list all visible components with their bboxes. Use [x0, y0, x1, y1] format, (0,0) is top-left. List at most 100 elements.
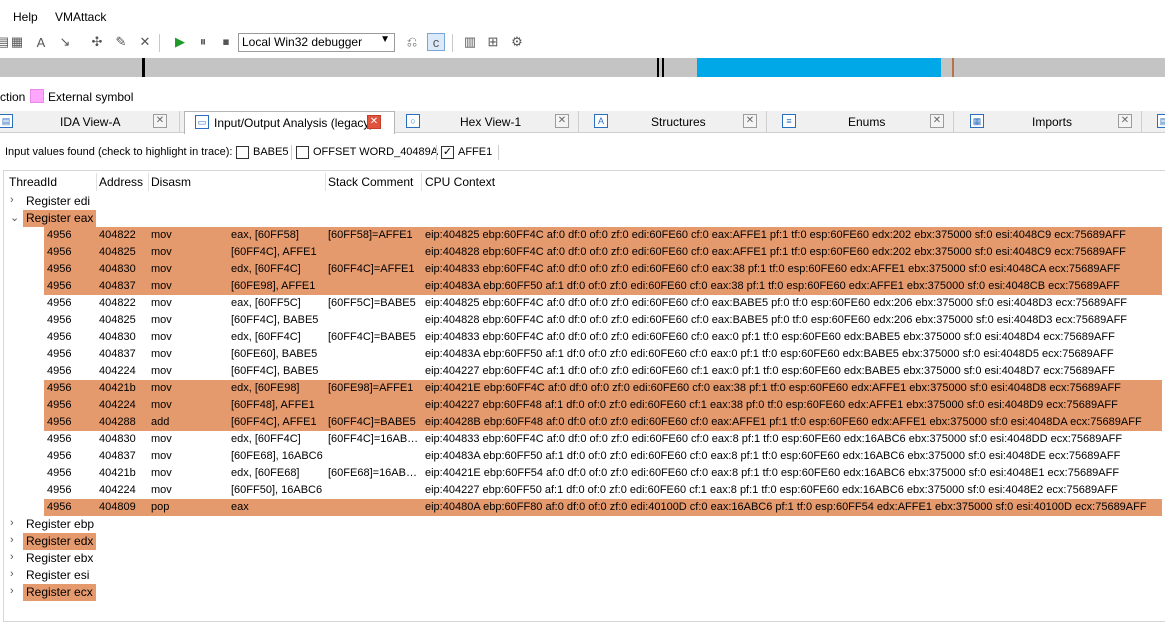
stop-icon[interactable]: ⏹	[217, 33, 235, 51]
external-symbol-swatch	[30, 89, 44, 103]
column-header-disasm[interactable]: Disasm	[151, 175, 191, 189]
input-values-filter: Input values found (check to highlight i…	[0, 143, 1165, 163]
edit-icon[interactable]: ✎	[112, 33, 130, 51]
table-row[interactable]: 4956 404830 mov edx, [60FF4C] [60FF4C]=BABE5…	[4, 329, 1162, 346]
menu-help[interactable]: Help	[13, 10, 38, 24]
cell-cpu-context: eip:40428B ebp:60FF48 af:0 df:0 of:0 zf:…	[425, 416, 1142, 428]
cell-operands: [60FF4C], BABE5	[231, 314, 319, 326]
cell-mnemonic: add	[151, 416, 170, 428]
close-x-icon[interactable]: ✕	[136, 33, 154, 51]
chevron-right-icon[interactable]: ›	[10, 194, 14, 206]
close-icon[interactable]: ✕	[153, 114, 167, 128]
cell-operands: [60FF50], 16ABC6	[231, 484, 323, 496]
column-separator[interactable]	[148, 173, 149, 191]
close-icon[interactable]: ✕	[1118, 114, 1132, 128]
tab-label: IDA View-A	[60, 115, 121, 129]
cross-ref-icon[interactable]: ✣	[88, 33, 106, 51]
chevron-right-icon[interactable]: ›	[10, 551, 14, 563]
checkbox-offset-word[interactable]	[296, 146, 309, 159]
column-separator[interactable]	[421, 173, 422, 191]
cell-threadid: 4956	[47, 399, 72, 411]
tab-hex-view[interactable]: ○ Hex View-1 ✕	[397, 111, 579, 133]
cell-address: 40421b	[99, 467, 136, 479]
tab-io-analysis[interactable]: ▭ Input/Output Analysis (legacy) ✕	[184, 111, 395, 134]
cell-stack-comment: [60FF4C]=16AB…	[328, 433, 419, 445]
table-row[interactable]: 4956 404837 mov [60FE68], 16ABC6 eip:40483A …	[4, 448, 1162, 465]
column-header-address[interactable]: Address	[99, 175, 143, 189]
tab-enums[interactable]: ≡ Enums ✕	[772, 111, 954, 133]
column-separator[interactable]	[96, 173, 97, 191]
cell-cpu-context: eip:40483A ebp:60FF50 af:1 df:0 of:0 zf:…	[425, 450, 1121, 462]
cell-mnemonic: mov	[151, 365, 172, 377]
table-row[interactable]: 4956 404837 mov [60FE60], BABE5 eip:40483A e…	[4, 346, 1162, 363]
cell-operands: eax	[231, 501, 249, 513]
chevron-down-icon[interactable]: ⌄	[10, 211, 19, 224]
column-header-cpu-context[interactable]: CPU Context	[425, 175, 495, 189]
window-icon: ▤	[1157, 114, 1165, 128]
checkbox-label-babe5: BABE5	[253, 146, 289, 158]
tab-ida-view[interactable]: ▤ IDA View-A ✕	[0, 111, 180, 133]
trace-settings-icon[interactable]: ⚙	[508, 33, 526, 51]
table-row[interactable]: 4956 404837 mov [60FE98], AFFE1 eip:40483A e…	[44, 278, 1162, 295]
table-row[interactable]: 4956 404830 mov edx, [60FF4C] [60FF4C]=AFFE1…	[44, 261, 1162, 278]
filter-separator	[291, 145, 292, 160]
cell-operands: [60FE60], BABE5	[231, 348, 318, 360]
chevron-right-icon[interactable]: ›	[10, 585, 14, 597]
chevron-right-icon[interactable]: ›	[10, 517, 14, 529]
table-row[interactable]: 4956 404224 mov [60FF48], AFFE1 eip:404227 e…	[44, 397, 1162, 414]
trace-icon[interactable]: ⎌	[403, 33, 421, 51]
breakpoint-list-icon[interactable]: ▥	[461, 33, 479, 51]
step-into-icon[interactable]: c	[427, 33, 445, 51]
table-row[interactable]: 4956 404830 mov edx, [60FF4C] [60FF4C]=16AB……	[4, 431, 1162, 448]
column-header-threadid[interactable]: ThreadId	[9, 175, 57, 189]
arrow-icon[interactable]: ↘	[56, 33, 74, 51]
menu-vmattack[interactable]: VMAttack	[55, 10, 106, 24]
debugger-select[interactable]: Local Win32 debugger ▼	[238, 33, 395, 52]
struct-icon[interactable]: A	[32, 33, 50, 51]
chevron-down-icon: ▼	[380, 34, 390, 45]
cell-mnemonic: mov	[151, 382, 172, 394]
cell-operands: [60FF4C], AFFE1	[231, 246, 317, 258]
navigation-band[interactable]	[0, 58, 1165, 77]
checkbox-affe1[interactable]: ✓	[441, 146, 454, 159]
close-icon[interactable]: ✕	[743, 114, 757, 128]
table-row[interactable]: 4956 404822 mov eax, [60FF58] [60FF58]=AFFE1…	[44, 227, 1162, 244]
cell-threadid: 4956	[47, 348, 72, 360]
enum-icon[interactable]: ▦	[8, 33, 26, 51]
close-icon[interactable]: ✕	[367, 115, 381, 129]
table-row[interactable]: 4956 404288 add [60FF4C], AFFE1 [60FF4C]=BAB…	[44, 414, 1162, 431]
tab-structures[interactable]: A Structures ✕	[585, 111, 767, 133]
column-header-stack-comment[interactable]: Stack Comment	[328, 175, 413, 189]
chevron-right-icon[interactable]: ›	[10, 534, 14, 546]
table-row[interactable]: 4956 404825 mov [60FF4C], AFFE1 eip:404828 e…	[44, 244, 1162, 261]
table-row[interactable]: 4956 40421b mov edx, [60FE68] [60FE68]=16AB……	[4, 465, 1162, 482]
cell-threadid: 4956	[47, 246, 72, 258]
table-row[interactable]: 4956 404822 mov eax, [60FF5C] [60FF5C]=BABE5…	[4, 295, 1162, 312]
pause-icon[interactable]: ⏸	[194, 33, 212, 51]
table-row[interactable]: 4956 404224 mov [60FF50], 16ABC6 eip:404227 …	[4, 482, 1162, 499]
trace-tree[interactable]: ThreadId Address Disasm Stack Comment CP…	[3, 170, 1165, 622]
close-icon[interactable]: ✕	[555, 114, 569, 128]
checkbox-babe5[interactable]	[236, 146, 249, 159]
tab-overflow[interactable]: ▤	[1154, 111, 1165, 133]
cell-operands: [60FF4C], AFFE1	[231, 416, 317, 428]
cell-mnemonic: mov	[151, 246, 172, 258]
chevron-right-icon[interactable]: ›	[10, 568, 14, 580]
column-separator[interactable]	[325, 173, 326, 191]
table-row[interactable]: 4956 404825 mov [60FF4C], BABE5 eip:404828 e…	[4, 312, 1162, 329]
table-row[interactable]: 4956 404809 pop eax eip:40480A ebp:60FF80 af…	[44, 499, 1162, 516]
group-label: Register esi	[26, 568, 90, 582]
table-row[interactable]: 4956 404224 mov [60FF4C], BABE5 eip:404227 e…	[4, 363, 1162, 380]
cell-mnemonic: mov	[151, 450, 172, 462]
cell-cpu-context: eip:404828 ebp:60FF4C af:0 df:0 of:0 zf:…	[425, 314, 1128, 326]
tab-imports[interactable]: ▦ Imports ✕	[960, 111, 1142, 133]
tracing-icon[interactable]: ⊞	[484, 33, 502, 51]
cell-threadid: 4956	[47, 331, 72, 343]
play-icon[interactable]: ▶	[171, 33, 189, 51]
hex-icon: ○	[406, 114, 420, 128]
table-row[interactable]: 4956 40421b mov edx, [60FE98] [60FE98]=AFFE1…	[44, 380, 1162, 397]
cell-stack-comment: [60FF4C]=BABE5	[328, 331, 416, 343]
tab-label: Structures	[651, 115, 706, 129]
cell-cpu-context: eip:404833 ebp:60FF4C af:0 df:0 of:0 zf:…	[425, 433, 1123, 445]
close-icon[interactable]: ✕	[930, 114, 944, 128]
